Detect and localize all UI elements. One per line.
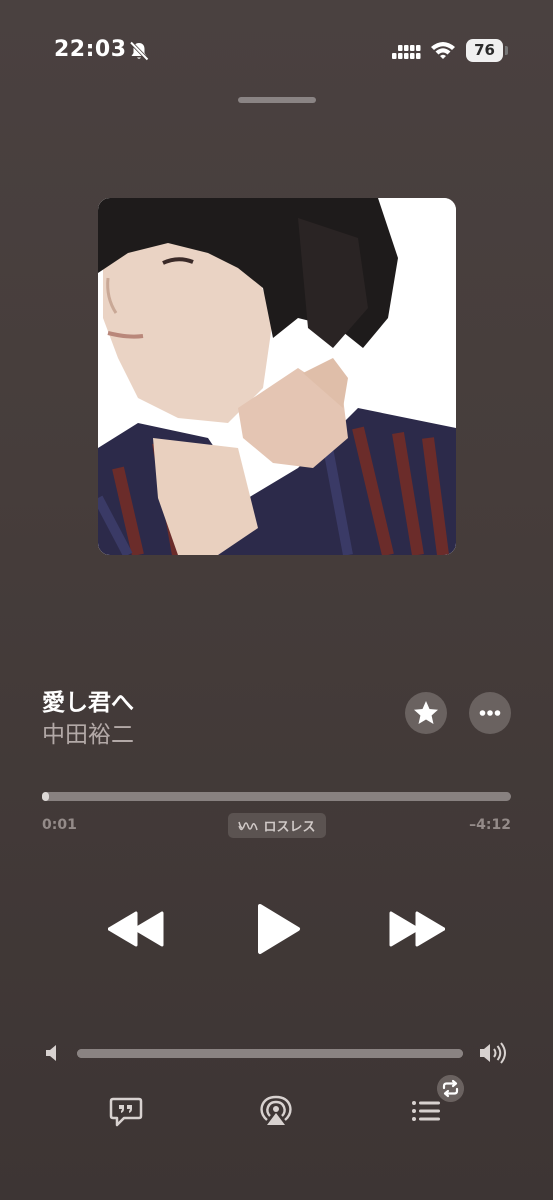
more-button[interactable]	[469, 692, 511, 734]
favorite-button[interactable]	[405, 692, 447, 734]
sheet-grabber[interactable]	[238, 97, 316, 103]
progress-fill	[42, 792, 50, 801]
repeat-badge[interactable]	[437, 1075, 464, 1102]
status-bar: 22:03 76	[0, 0, 553, 100]
status-time: 22:03	[54, 37, 127, 62]
quote-bubble-icon	[109, 1097, 143, 1127]
wifi-icon	[431, 42, 455, 59]
lossless-label: ロスレス	[263, 820, 316, 835]
artwork-illustration	[98, 198, 456, 555]
ellipsis-icon	[479, 710, 501, 716]
lyrics-button[interactable]	[109, 1094, 143, 1128]
artist-name[interactable]: 中田裕二	[42, 715, 134, 749]
battery-icon: 76	[466, 39, 508, 62]
album-artwork	[98, 198, 456, 555]
song-title: 愛し君へ	[42, 690, 134, 716]
lossless-badge[interactable]: ロスレス	[228, 813, 326, 838]
lossless-icon	[238, 821, 259, 830]
volume-slider[interactable]	[77, 1049, 463, 1058]
speaker-wave-icon	[480, 1042, 506, 1064]
speaker-icon	[46, 1045, 56, 1061]
battery-percent: 76	[466, 39, 503, 62]
fast-forward-button[interactable]	[389, 900, 445, 958]
battery-nub	[505, 46, 508, 55]
elapsed-time: 0:01	[42, 817, 77, 833]
play-button[interactable]	[254, 900, 302, 958]
remaining-time: –4:12	[469, 817, 511, 833]
queue-button[interactable]	[410, 1094, 444, 1128]
rewind-button[interactable]	[108, 900, 164, 958]
play-icon	[258, 904, 300, 954]
backward-icon	[108, 911, 164, 947]
list-icon	[412, 1101, 440, 1121]
airplay-audio-icon	[260, 1095, 292, 1125]
star-icon	[414, 701, 438, 724]
airplay-button[interactable]	[259, 1094, 293, 1128]
volume-fill	[77, 1049, 463, 1058]
cellular-signal-icon	[392, 45, 421, 59]
bell-slash-icon	[129, 41, 149, 61]
playback-progress-slider[interactable]	[42, 792, 511, 801]
forward-icon	[389, 911, 445, 947]
